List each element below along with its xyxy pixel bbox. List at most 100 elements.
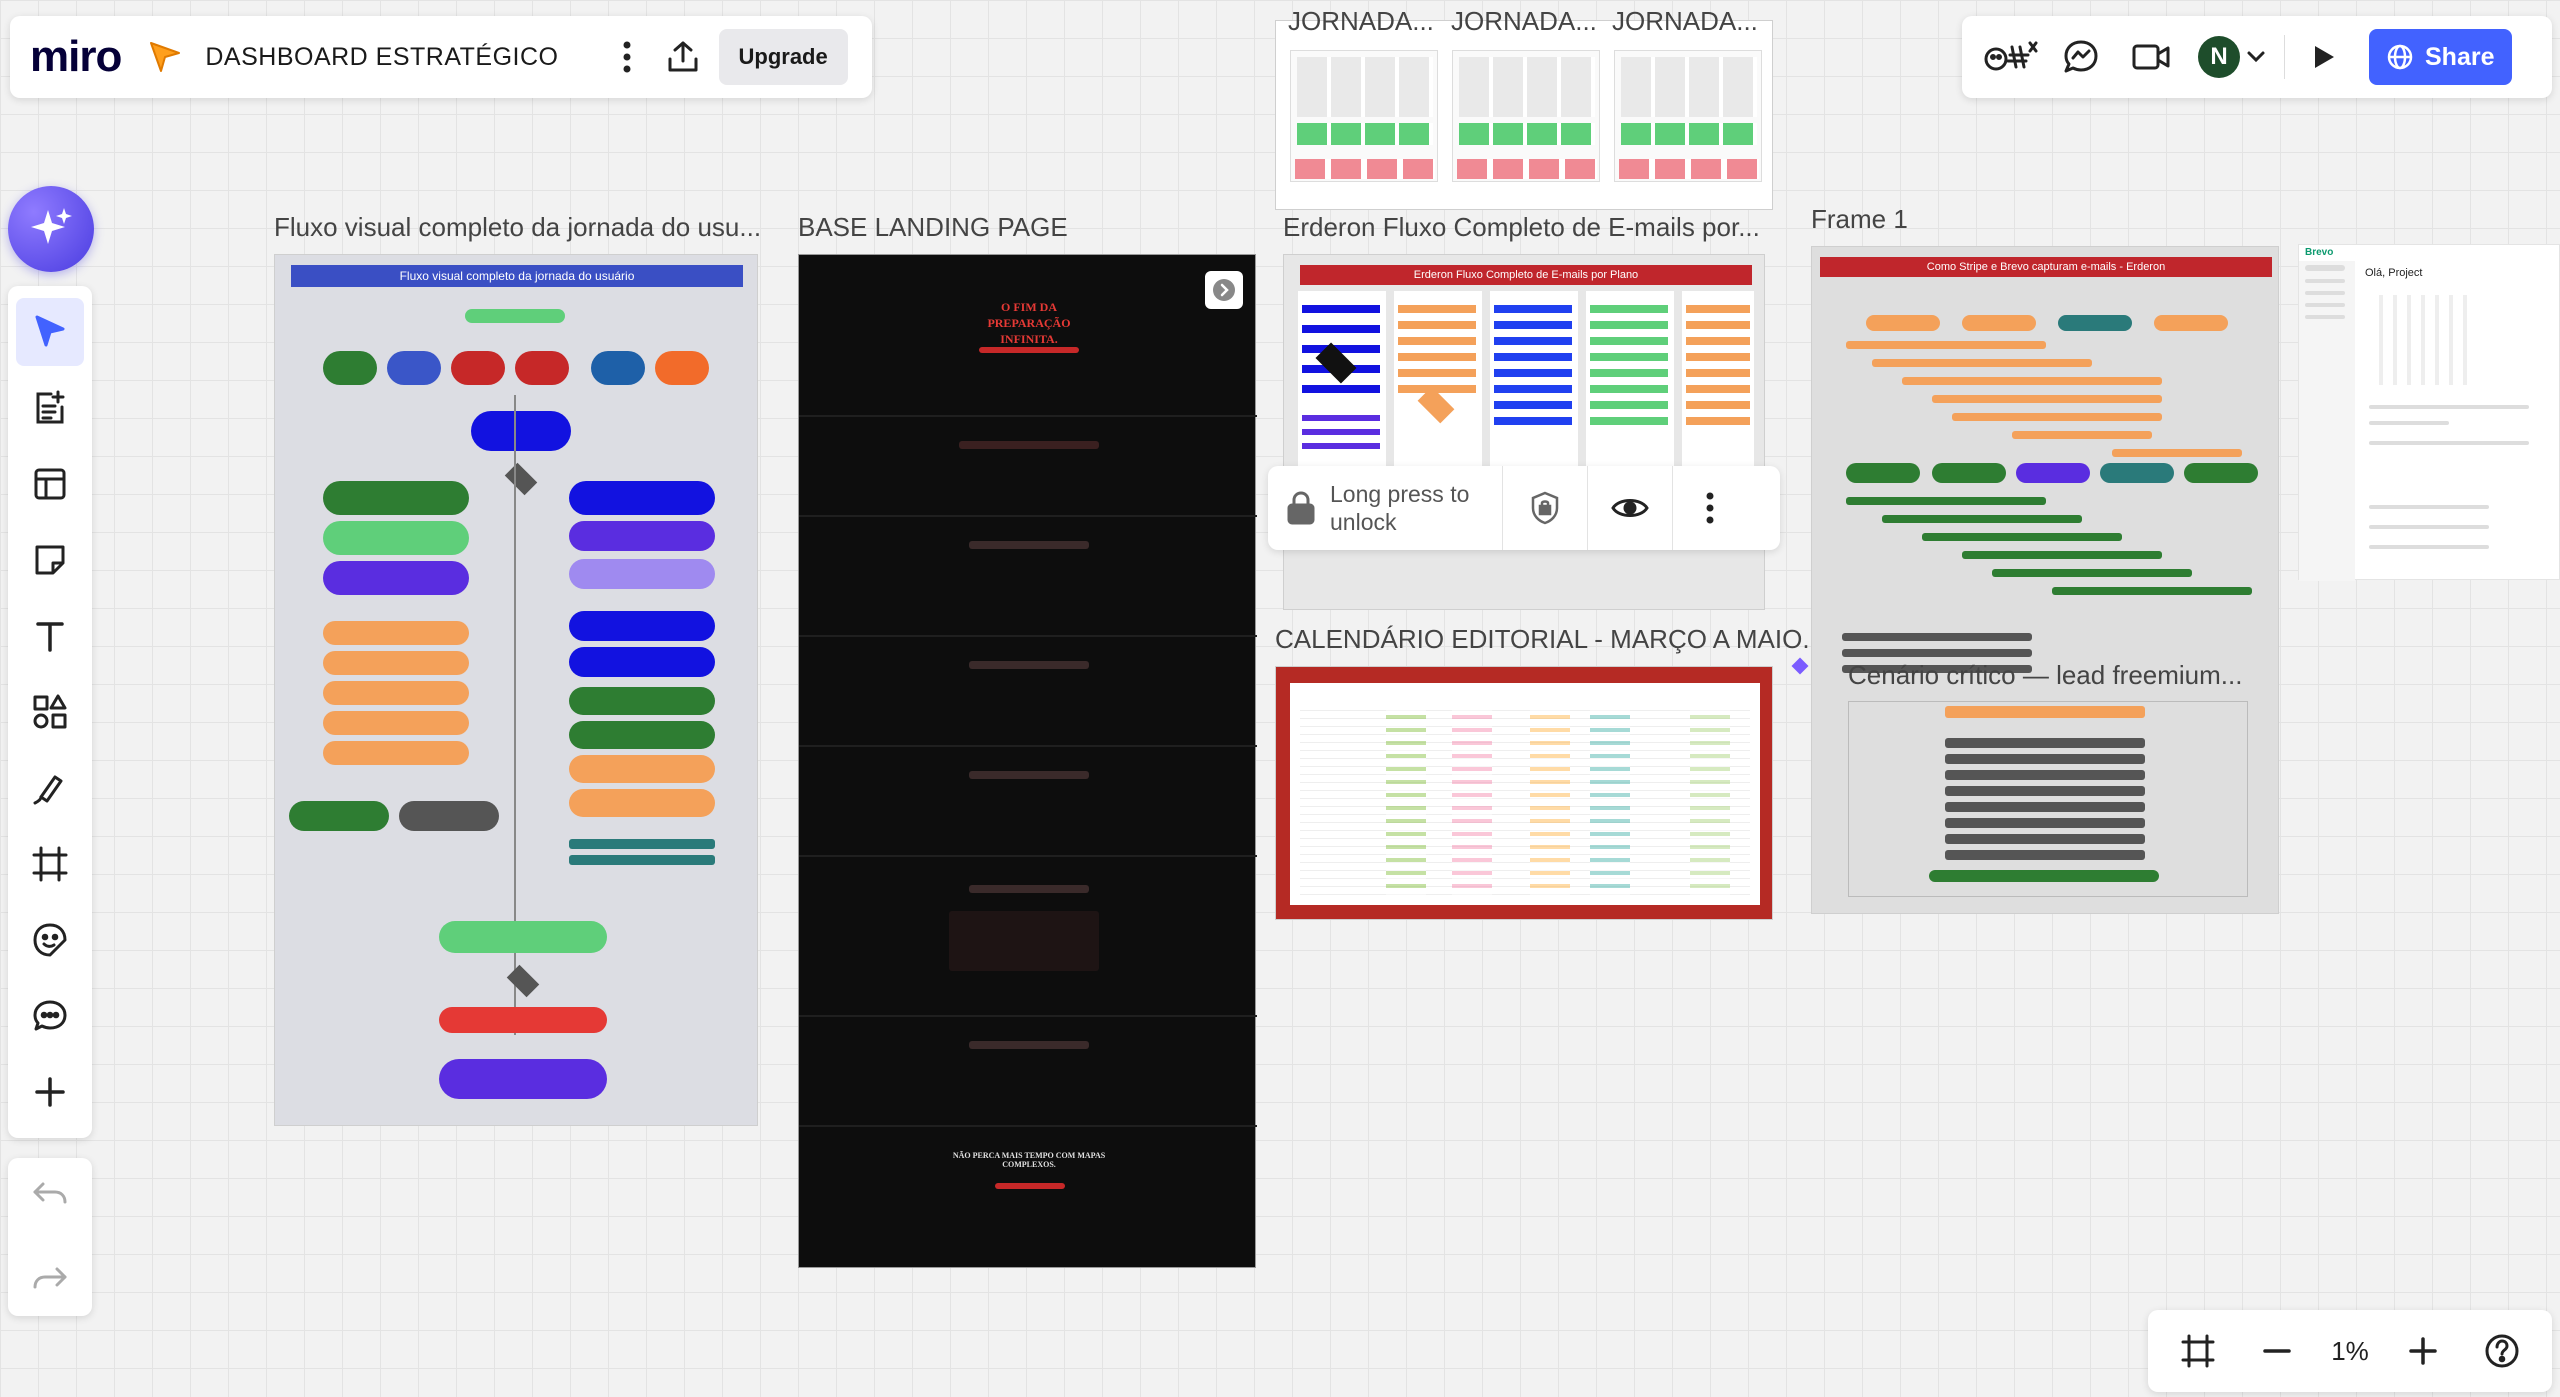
undo-icon <box>33 1182 67 1203</box>
shapes-tool[interactable] <box>16 678 84 746</box>
shield-lock-icon <box>1531 491 1559 525</box>
help-button[interactable] <box>2477 1333 2527 1369</box>
lock-popup: Long press to unlock <box>1268 466 1780 550</box>
jornada-thumbnail-2[interactable] <box>1452 50 1600 182</box>
more-tools-button[interactable] <box>16 1058 84 1126</box>
pen-tool[interactable] <box>16 754 84 822</box>
frame-label-jornada-1[interactable]: JORNADA... <box>1288 6 1434 37</box>
board-toolbar: miro DASHBOARD ESTRATÉGICO Upgrade <box>10 16 872 98</box>
video-camera-icon <box>2132 44 2170 70</box>
eye-icon <box>1611 499 1649 517</box>
emails-frame[interactable]: Erderon Fluxo Completo de E-mails por Pl… <box>1283 254 1765 610</box>
sticker-icon <box>33 923 67 957</box>
chevron-right-icon <box>1213 279 1235 301</box>
export-button[interactable] <box>655 29 711 85</box>
frame-fit-icon <box>2181 1334 2215 1368</box>
jornada-thumbnail-1[interactable] <box>1290 50 1438 182</box>
fluxo-visual-frame[interactable]: Fluxo visual completo da jornada do usuá… <box>274 254 758 1126</box>
redo-icon <box>33 1267 67 1288</box>
layout-icon <box>34 468 66 500</box>
kebab-icon <box>1706 492 1714 524</box>
frame-label-fluxo-visual[interactable]: Fluxo visual completo da jornada do usu.… <box>274 212 761 243</box>
sticky-note-icon <box>35 545 65 575</box>
text-icon <box>36 622 64 652</box>
board-title[interactable]: DASHBOARD ESTRATÉGICO <box>205 43 558 72</box>
zoom-toolbar: 1% <box>2148 1310 2552 1392</box>
frame-label-frame1[interactable]: Frame 1 <box>1811 204 1908 235</box>
video-call-button[interactable] <box>2120 26 2182 88</box>
landing-headline: O FIM DA PREPARAÇÃO INFINITA. <box>987 300 1071 346</box>
sparkle-icon <box>31 208 72 244</box>
help-icon <box>2485 1334 2519 1368</box>
undo-button[interactable] <box>16 1162 84 1227</box>
layout-tool[interactable] <box>16 450 84 518</box>
visibility-button[interactable] <box>1610 495 1650 521</box>
globe-icon <box>2387 44 2413 70</box>
share-label: Share <box>2425 42 2495 71</box>
plus-icon <box>2409 1337 2437 1365</box>
text-tool[interactable] <box>16 602 84 670</box>
frame-label-emails[interactable]: Erderon Fluxo Completo de E-mails por... <box>1283 212 1760 243</box>
zoom-level[interactable]: 1% <box>2331 1336 2369 1367</box>
collaboration-toolbar: N Share <box>1962 16 2552 98</box>
frame-label-calendario[interactable]: CALENDÁRIO EDITORIAL - MARÇO A MAIO... <box>1275 624 1824 655</box>
popup-divider <box>1587 466 1588 550</box>
comment-tool[interactable] <box>16 982 84 1050</box>
popup-more-button[interactable] <box>1695 491 1725 525</box>
frame-label-landing[interactable]: BASE LANDING PAGE <box>798 212 1068 243</box>
emails-header: Erderon Fluxo Completo de E-mails por Pl… <box>1300 265 1752 285</box>
present-button[interactable] <box>2293 26 2355 88</box>
redo-button[interactable] <box>16 1247 84 1312</box>
reactions-button[interactable] <box>1980 26 2042 88</box>
frame-label-jornada-3[interactable]: JORNADA... <box>1612 6 1758 37</box>
frame-label-cenario[interactable]: Cenário crítico — lead freemium... <box>1848 660 2242 691</box>
share-button[interactable]: Share <box>2369 29 2513 85</box>
minus-icon <box>2263 1349 2291 1353</box>
frame-tool[interactable] <box>16 830 84 898</box>
brevo-greeting: Olá, Project <box>2365 267 2423 279</box>
more-options-button[interactable] <box>599 29 655 85</box>
toolbar-divider <box>2284 35 2285 79</box>
unlock-hint[interactable]: Long press to unlock <box>1330 480 1480 536</box>
lock-icon <box>1287 491 1315 525</box>
landing-page-frame[interactable]: O FIM DA PREPARAÇÃO INFINITA. NÃO PERCA … <box>798 254 1257 1268</box>
permissions-button[interactable] <box>1525 490 1565 526</box>
upgrade-button[interactable]: Upgrade <box>718 29 848 85</box>
plus-icon <box>35 1077 65 1107</box>
zoom-out-button[interactable] <box>2252 1336 2302 1366</box>
stickers-tool[interactable] <box>16 906 84 974</box>
play-icon <box>2315 46 2334 68</box>
history-toolbar <box>8 1158 92 1316</box>
miro-logo[interactable]: miro <box>30 32 122 82</box>
frame-icon <box>32 846 68 882</box>
comment-icon <box>33 1000 67 1031</box>
frame-label-jornada-2[interactable]: JORNADA... <box>1451 6 1597 37</box>
popup-divider <box>1672 466 1673 550</box>
templates-tool[interactable] <box>16 374 84 442</box>
popup-divider <box>1502 466 1503 550</box>
sticky-note-tool[interactable] <box>16 526 84 594</box>
cursor-icon <box>35 315 65 347</box>
fluxo-visual-header: Fluxo visual completo da jornada do usuá… <box>291 265 743 287</box>
brevo-preview-frame[interactable]: Brevo Olá, Project <box>2298 244 2560 581</box>
fit-to-screen-button[interactable] <box>2173 1333 2223 1369</box>
reactions-icon <box>1984 41 2038 71</box>
chevron-down-icon <box>2247 51 2265 63</box>
note-add-icon <box>36 390 65 424</box>
calendario-frame[interactable] <box>1275 666 1773 920</box>
frame1-frame[interactable]: Como Stripe e Brevo capturam e-mails - E… <box>1811 246 2279 914</box>
frame1-header: Como Stripe e Brevo capturam e-mails - E… <box>1820 257 2272 277</box>
frame-expand-button[interactable] <box>1205 271 1243 309</box>
board-cursor-icon[interactable] <box>147 39 183 75</box>
brevo-logo: Brevo <box>2305 247 2334 258</box>
selection-handle[interactable] <box>1791 657 1809 675</box>
landing-footer-headline: NÃO PERCA MAIS TEMPO COM MAPAS COMPLEXOS… <box>952 1151 1106 1169</box>
comments-button[interactable] <box>2050 26 2112 88</box>
user-avatar[interactable]: N <box>2198 36 2240 78</box>
zoom-in-button[interactable] <box>2398 1336 2448 1366</box>
select-tool[interactable] <box>16 298 84 366</box>
shapes-icon <box>33 694 67 729</box>
user-menu[interactable]: N <box>2198 36 2266 78</box>
jornada-thumbnail-3[interactable] <box>1614 50 1762 182</box>
ai-assistant-button[interactable] <box>8 186 94 272</box>
